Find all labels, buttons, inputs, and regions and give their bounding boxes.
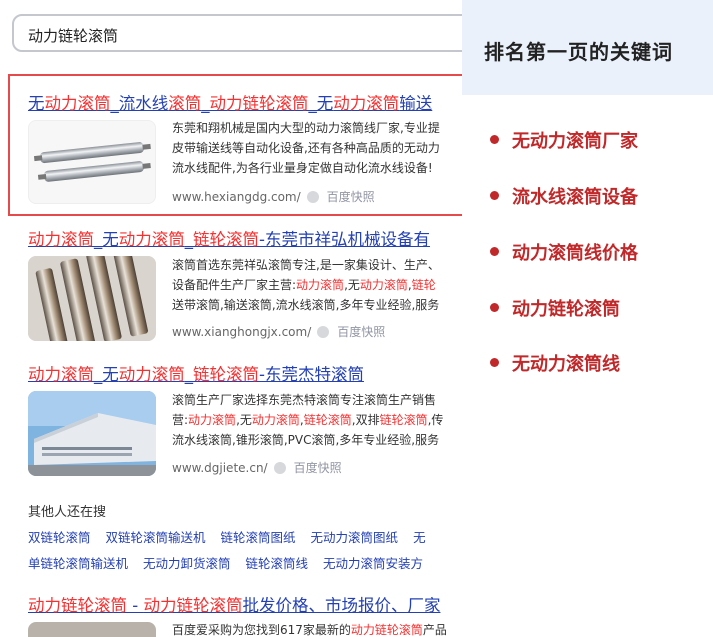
related-searches-title: 其他人还在搜	[28, 505, 107, 520]
highlighted-term: 动力滚筒	[118, 365, 185, 384]
result-meta: www.dgjiete.cn/百度快照	[172, 459, 342, 476]
highlighted-term: 链轮滚筒	[193, 365, 259, 384]
bullet-icon	[490, 358, 499, 367]
highlighted-term: 动力滚筒	[251, 413, 300, 427]
text-segment: _无	[94, 365, 119, 384]
shield-icon	[273, 462, 286, 474]
highlighted-term: 动力滚筒	[296, 278, 345, 292]
text-segment: -	[127, 596, 144, 615]
bullet-icon	[490, 303, 499, 312]
result-title-link[interactable]: 动力滚筒_无动力滚筒_链轮滚筒-东莞市祥弘机械设备有	[28, 226, 430, 250]
related-search-link[interactable]: 无动力滚筒图纸	[311, 530, 399, 545]
text-segment: ,无	[236, 413, 252, 427]
highlighted-term: 动力滚筒	[359, 278, 408, 292]
keyword-item: 流水线滚筒设备	[490, 183, 638, 209]
related-searches-row: 双链轮滚筒 双链轮滚筒输送机 链轮滚筒图纸 无动力滚筒图纸无	[28, 527, 441, 546]
text-segment: -东莞杰特滚筒	[259, 365, 364, 384]
text-segment: ,传	[427, 413, 444, 427]
bullet-icon	[490, 191, 499, 200]
highlighted-term: 链轮滚筒	[193, 230, 259, 249]
related-search-link[interactable]: 双链轮滚筒	[28, 530, 91, 545]
related-search-link[interactable]: 无动力滚筒安装方	[323, 556, 423, 571]
bullet-icon	[490, 135, 499, 144]
keyword-panel-title: 排名第一页的关键词	[484, 40, 673, 64]
search-input[interactable]: 动力链轮滚筒	[12, 14, 462, 52]
snapshot-link[interactable]: 百度快照	[294, 461, 342, 475]
text-segment: 滚筒首选东莞祥弘滚筒专注,是一家集设计、生产、	[172, 258, 440, 272]
search-results-area: 动力链轮滚筒 无动力滚筒_流水线滚筒_动力链轮滚筒_无动力滚筒输送 东莞和翔机械…	[0, 0, 462, 637]
related-search-link[interactable]: 无	[413, 530, 426, 545]
text-segment: 批发价格、市场报价、厂家	[242, 596, 441, 615]
text-segment: 设备配件生产厂家主营:	[172, 278, 297, 292]
shield-icon	[317, 326, 330, 338]
result-url[interactable]: www.xianghongjx.com/	[172, 325, 311, 339]
related-search-link[interactable]: 双链轮滚筒输送机	[106, 530, 206, 545]
highlighted-term: 动力滚筒	[188, 413, 237, 427]
keyword-item: 动力链轮滚筒	[490, 295, 620, 321]
highlighted-term: 链轮滚筒	[379, 413, 428, 427]
text-segment: ,双排	[351, 413, 380, 427]
highlighted-term: 动力链轮滚筒	[28, 596, 127, 615]
keyword-item: 动力滚筒线价格	[490, 239, 638, 265]
result-snippet: 滚筒首选东莞祥弘滚筒专注,是一家集设计、生产、 设备配件生产厂家主营:动力滚筒,…	[172, 255, 462, 315]
snapshot-link[interactable]: 百度快照	[337, 325, 385, 339]
text-segment: 营:	[172, 413, 189, 427]
highlighted-term: 动力滚筒	[28, 365, 94, 384]
text-segment: 滚筒生产厂家选择东莞杰特滚筒专注滚筒生产销售	[172, 393, 437, 407]
highlight-frame	[8, 74, 462, 216]
keyword-panel: 排名第一页的关键词 无动力滚筒厂家 流水线滚筒设备 动力滚筒线价格 动力链轮滚筒…	[462, 0, 713, 637]
text-segment: 产品	[422, 623, 447, 637]
text-segment: ,无	[344, 278, 360, 292]
related-search-link[interactable]: 链轮滚筒图纸	[221, 530, 296, 545]
result-thumbnail[interactable]	[28, 622, 156, 637]
result-meta: www.xianghongjx.com/百度快照	[172, 323, 385, 340]
result-url[interactable]: www.dgjiete.cn/	[172, 461, 268, 475]
text-segment: 百度爱采购为您找到617家最新的	[172, 623, 351, 637]
keyword-item: 无动力滚筒线	[490, 350, 620, 376]
bullet-icon	[490, 247, 499, 256]
highlighted-term: 动力滚筒	[28, 230, 94, 249]
text-segment: 送带滚筒,输送滚筒,流水线滚筒,多年专业经验,服务	[172, 298, 440, 312]
result-title-link[interactable]: 动力链轮滚筒 - 动力链轮滚筒批发价格、市场报价、厂家	[28, 592, 440, 616]
result-thumbnail-rollers[interactable]	[28, 256, 156, 341]
text-segment: _	[184, 230, 193, 249]
related-searches-row: 单链轮滚筒输送机 无动力卸货滚筒 链轮滚筒线 无动力滚筒安装方	[28, 553, 438, 572]
result-snippet: 滚筒生产厂家选择东莞杰特滚筒专注滚筒生产销售 营:动力滚筒,无动力滚筒,链轮滚筒…	[172, 390, 462, 450]
highlighted-term: 动力滚筒	[118, 230, 185, 249]
text-segment: _无	[94, 230, 119, 249]
text-segment: 流水线滚筒,锥形滚筒,PVC滚筒,多年专业经验,服务	[172, 433, 440, 447]
text-segment: _	[184, 365, 193, 384]
keyword-item: 无动力滚筒厂家	[490, 127, 638, 153]
result-snippet: 百度爱采购为您找到617家最新的动力链轮滚筒产品	[172, 620, 462, 637]
keyword-panel-header: 排名第一页的关键词	[462, 0, 713, 95]
related-search-link[interactable]: 单链轮滚筒输送机	[28, 556, 128, 571]
related-search-link[interactable]: 无动力卸货滚筒	[143, 556, 231, 571]
result-title-link[interactable]: 动力滚筒_无动力滚筒_链轮滚筒-东莞杰特滚筒	[28, 361, 364, 385]
highlighted-term: 动力链轮滚筒	[143, 596, 243, 615]
result-thumbnail-factory[interactable]	[28, 391, 156, 476]
highlighted-term: 动力链轮滚筒	[350, 623, 423, 637]
search-query-text: 动力链轮滚筒	[28, 27, 119, 45]
related-search-link[interactable]: 链轮滚筒线	[246, 556, 309, 571]
text-segment: -东莞市祥弘机械设备有	[259, 230, 430, 249]
highlighted-term: 链轮滚筒	[303, 413, 352, 427]
highlighted-term: 链轮	[411, 278, 436, 292]
